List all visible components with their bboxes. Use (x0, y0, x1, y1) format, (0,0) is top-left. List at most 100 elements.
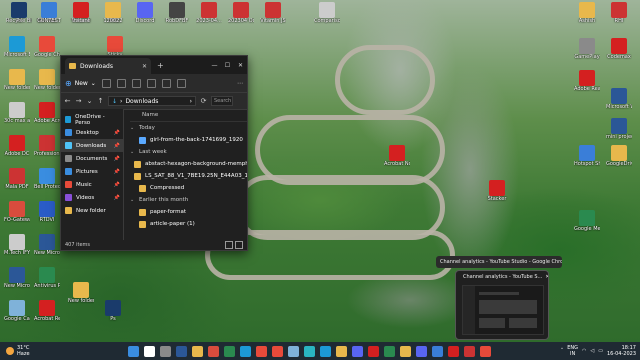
taskbar-app-icon[interactable] (368, 345, 379, 357)
desktop-icon[interactable]: New folder (4, 69, 30, 91)
taskbar-app-icon[interactable] (480, 345, 491, 357)
chevron-up-icon[interactable]: ˄ (561, 348, 564, 354)
file-row[interactable]: girl-from-the-back-1741699_1920 (130, 134, 247, 146)
desktop-icon[interactable]: Ps (6, 2, 32, 24)
title-bar[interactable]: Downloads ✕ + — ☐ ✕ (61, 56, 247, 74)
address-bar[interactable]: ↓ › Downloads › (108, 96, 196, 106)
taskbar-app-icon[interactable] (256, 345, 267, 357)
search-input[interactable]: Search (211, 96, 233, 106)
file-row[interactable]: paper-format (130, 206, 247, 218)
desktop-icon[interactable]: Microsoft Edge (4, 36, 30, 58)
new-button[interactable]: ⊕ New ⌄ (65, 79, 96, 88)
desktop-icon[interactable]: Microsoft Word (606, 88, 632, 110)
taskbar-app-icon[interactable] (416, 345, 427, 357)
desktop-icon[interactable]: Codemax (606, 38, 632, 60)
desktop-icon[interactable]: 202304 Oct (228, 2, 254, 24)
file-row[interactable]: Compressed (130, 182, 247, 194)
more-icon[interactable]: ⋯ (237, 80, 243, 87)
desktop-icon[interactable]: Acrobat Notes (384, 145, 410, 167)
group-header[interactable]: ⌄ Today (130, 122, 247, 134)
desktop-icon[interactable]: FO-Gateway (4, 201, 30, 223)
desktop-icon[interactable]: Adobe Reader (574, 70, 600, 92)
nav-item[interactable]: Documents 📌 (61, 152, 123, 165)
desktop-icon[interactable]: Ps (100, 300, 126, 322)
taskbar-app-icon[interactable] (304, 345, 315, 357)
rename-icon[interactable] (146, 78, 156, 88)
clock[interactable]: 18:17 16-04-2023 (607, 345, 636, 357)
desktop-icon[interactable]: CONTEST (36, 2, 62, 24)
desktop-icon[interactable]: RobDFBF (164, 2, 190, 24)
desktop-icon[interactable]: M.Tech IFY (4, 234, 30, 256)
desktop-icon[interactable]: Google Chrome (34, 36, 60, 58)
maximize-button[interactable]: ☐ (221, 62, 234, 69)
desktop-icon[interactable]: 2023-04... (196, 2, 222, 24)
back-icon[interactable]: ← (64, 97, 71, 105)
group-header[interactable]: ⌄ Last week (130, 146, 247, 158)
taskbar-app-icon[interactable] (176, 345, 187, 357)
desktop-icon[interactable]: Ashish (574, 2, 600, 24)
taskbar-app-icon[interactable] (448, 345, 459, 357)
wifi-icon[interactable]: ◠ (582, 348, 586, 354)
weather-widget[interactable]: 31°C Haze (0, 345, 66, 357)
taskbar-app-icon[interactable] (128, 345, 139, 357)
file-row[interactable]: abstact-hexagon-background-memphis-... (130, 158, 247, 170)
share-icon[interactable] (161, 78, 171, 88)
new-tab-button[interactable]: + (157, 61, 164, 70)
nav-item[interactable]: Desktop 📌 (61, 126, 123, 139)
desktop-icon[interactable]: Adobe Acrobat (34, 102, 60, 124)
taskbar-app-icon[interactable] (432, 345, 443, 357)
desktop-icon[interactable]: GoogleDrive (606, 145, 632, 167)
desktop-icon[interactable]: Google Meet (574, 210, 600, 232)
taskbar-app-icon[interactable] (160, 345, 171, 357)
desktop-icon[interactable]: Google Cardboard (4, 300, 30, 322)
nav-item[interactable]: Music 📌 (61, 178, 123, 191)
forward-icon[interactable]: → (75, 97, 82, 105)
battery-icon[interactable]: ▭ (598, 348, 603, 354)
taskbar-app-icon[interactable] (288, 345, 299, 357)
minimize-button[interactable]: — (208, 62, 221, 69)
group-header[interactable]: ⌄ Earlier this month (130, 194, 247, 206)
delete-icon[interactable] (176, 78, 186, 88)
taskbar-app-icon[interactable] (320, 345, 331, 357)
taskbar-app-icon[interactable] (272, 345, 283, 357)
close-thumbnail-icon[interactable]: ✕ (545, 274, 548, 280)
column-header-name[interactable]: Name (130, 109, 247, 122)
taskbar-app-icon[interactable] (208, 345, 219, 357)
taskbar-app-icon[interactable] (336, 345, 347, 357)
desktop-icon[interactable]: Bell Protection Total Secure (34, 168, 60, 190)
nav-item[interactable]: OneDrive - Perso (61, 113, 123, 126)
tiles-view-icon[interactable] (235, 241, 243, 249)
desktop-icon[interactable]: Antivirus Protection (34, 267, 60, 289)
file-explorer-window[interactable]: Downloads ✕ + — ☐ ✕ ⊕ New ⌄ ⋯ ← → ⌄ ↑ ↓ … (60, 55, 248, 251)
desktop-icon[interactable]: Acrobat Reader (34, 300, 60, 322)
cut-icon[interactable] (101, 78, 111, 88)
desktop-icon[interactable]: Hotspot Shield (574, 145, 600, 167)
taskbar-app-icon[interactable] (240, 345, 251, 357)
nav-item[interactable]: Pictures 📌 (61, 165, 123, 178)
nav-item[interactable]: Downloads 📌 (61, 139, 123, 152)
desktop-icon[interactable]: Instant (68, 2, 94, 24)
desktop-icon[interactable]: New folder (68, 282, 94, 304)
taskbar-app-icon[interactable] (192, 345, 203, 357)
desktop-icon[interactable]: Stacker (484, 180, 510, 202)
file-row[interactable]: article-paper (1) (130, 218, 247, 230)
language-indicator[interactable]: ENG IN (567, 345, 578, 357)
desktop-icon[interactable]: New Microsoft W... (34, 234, 60, 256)
taskbar-app-icon[interactable] (400, 345, 411, 357)
copy-icon[interactable] (116, 78, 126, 88)
details-view-icon[interactable] (225, 241, 233, 249)
taskbar-app-icon[interactable] (352, 345, 363, 357)
desktop-icon[interactable]: RHI (606, 2, 632, 24)
taskbar-app-icon[interactable] (464, 345, 475, 357)
close-button[interactable]: ✕ (234, 62, 247, 69)
chrome-window-thumbnail[interactable]: Channel analytics - YouTube S... ✕ (455, 270, 549, 340)
taskbar-app-icon[interactable] (144, 345, 155, 357)
nav-item[interactable]: New folder (61, 204, 123, 217)
file-row[interactable]: LS_SAT_88_V1_7BE19.25N_E44A03_140c... (130, 170, 247, 182)
desktop-icon[interactable]: New folder (34, 69, 60, 91)
taskbar-app-icon[interactable] (384, 345, 395, 357)
desktop-icon[interactable]: Professional Email (34, 135, 60, 157)
desktop-icon[interactable]: GamePlay (574, 38, 600, 60)
desktop-icon[interactable]: Mala PDF (4, 168, 30, 190)
volume-icon[interactable]: ◁ (590, 348, 594, 354)
